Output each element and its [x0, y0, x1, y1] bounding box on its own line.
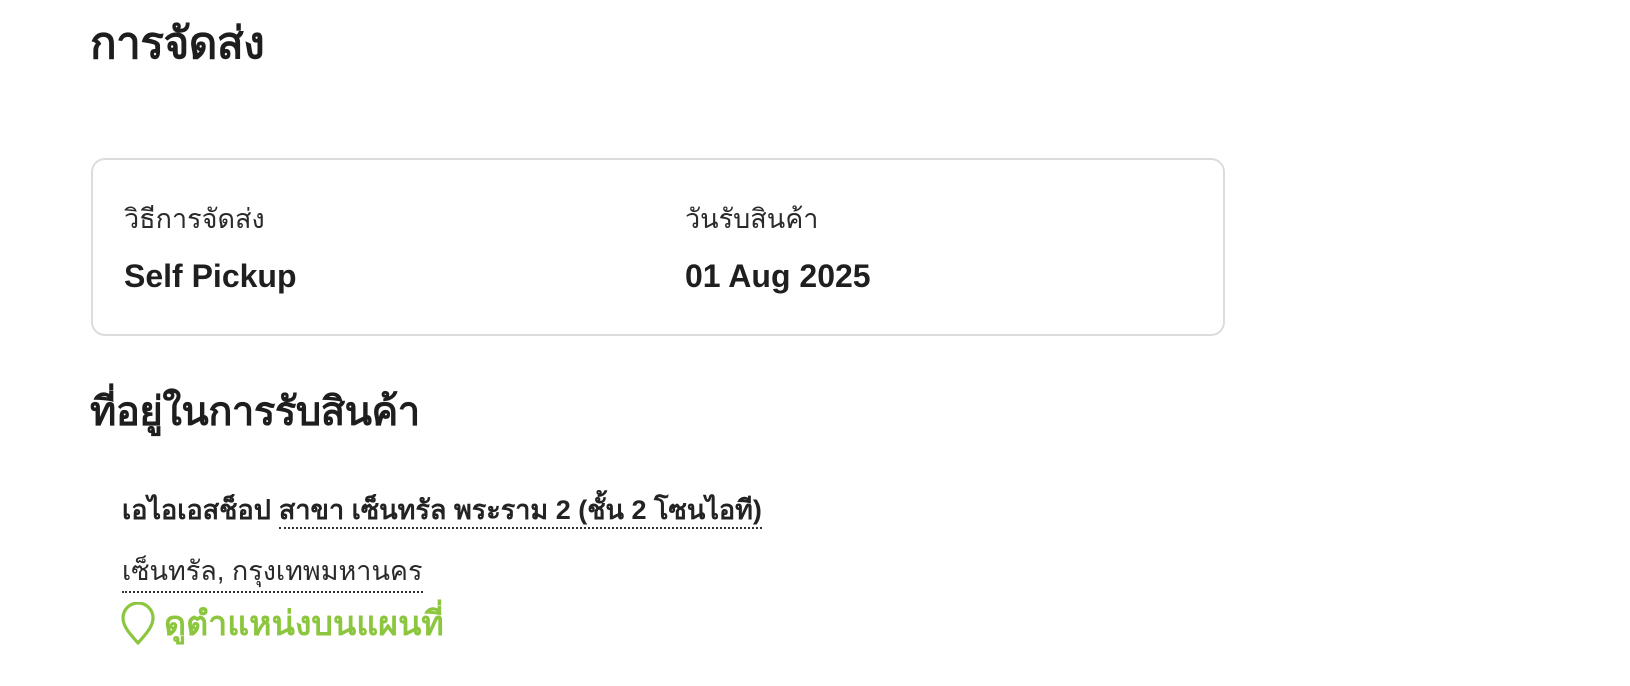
pickup-date-block: วันรับสินค้า 01 Aug 2025 [685, 200, 871, 296]
store-name: เอไอเอสช็อป [122, 495, 271, 525]
pickup-date-label: วันรับสินค้า [685, 204, 819, 234]
pickup-date-value: 01 Aug 2025 [685, 258, 871, 294]
delivery-method-block: วิธีการจัดส่ง Self Pickup [124, 200, 297, 296]
delivery-section-title: การจัดส่ง [90, 19, 265, 68]
delivery-method-value: Self Pickup [124, 258, 297, 294]
map-pin-icon [120, 601, 156, 646]
store-area-link[interactable]: เซ็นทรัล, กรุงเทพมหานคร [122, 552, 423, 593]
delivery-method-label: วิธีการจัดส่ง [124, 204, 265, 234]
view-map-label: ดูตำแหน่งบนแผนที่ [164, 605, 444, 643]
delivery-info-card: วิธีการจัดส่ง Self Pickup วันรับสินค้า 0… [91, 158, 1225, 336]
store-branch-link[interactable]: สาขา เซ็นทรัล พระราม 2 (ชั้น 2 โซนไอที) [278, 495, 762, 529]
pickup-address-title: ที่อยู่ในการรับสินค้า [90, 390, 420, 434]
store-info-line: เอไอเอสช็อป สาขา เซ็นทรัล พระราม 2 (ชั้น … [122, 490, 762, 530]
view-map-link[interactable]: ดูตำแหน่งบนแผนที่ [120, 600, 444, 648]
